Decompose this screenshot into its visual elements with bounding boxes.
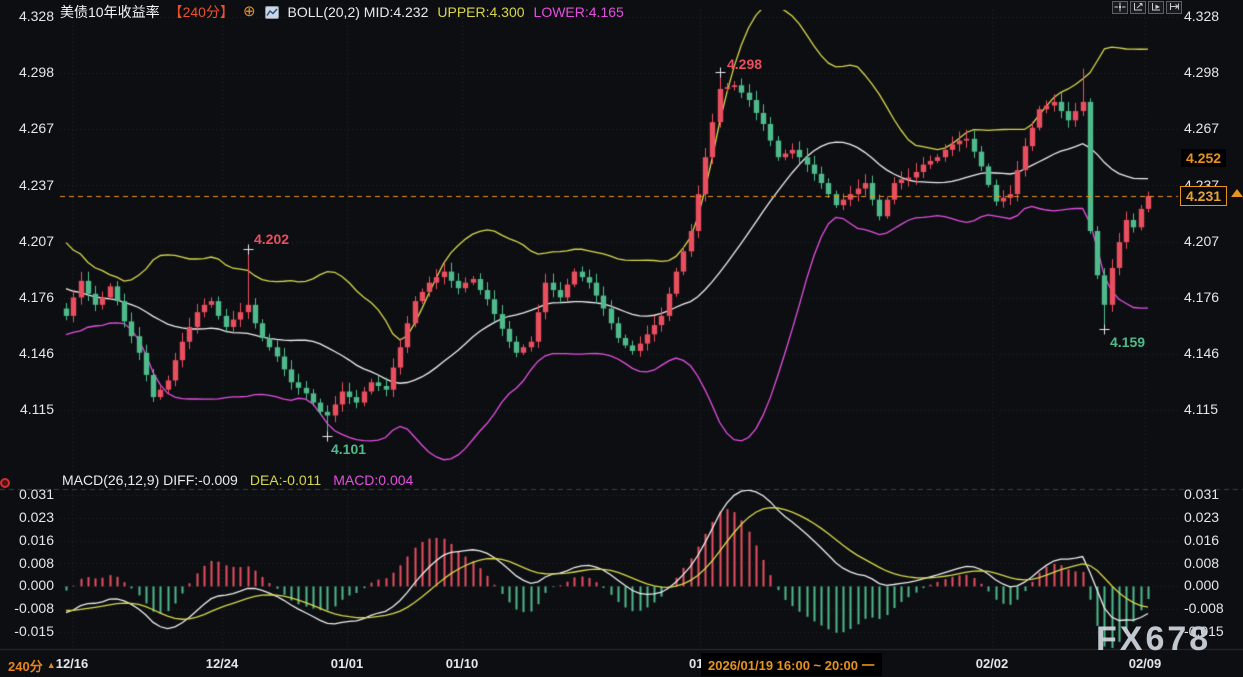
price-tick-label: 4.298 bbox=[6, 64, 54, 80]
low-annotation: 4.101 bbox=[331, 441, 366, 457]
price-tick-label: 4.176 bbox=[6, 289, 54, 305]
macd-panel-marker-icon[interactable] bbox=[0, 478, 10, 488]
macd-tick-label: 0.000 bbox=[1184, 577, 1219, 593]
crosshair-icon bbox=[1114, 0, 1126, 15]
interval-label: 240分 bbox=[8, 656, 43, 675]
price-tick-label: 4.298 bbox=[1184, 64, 1219, 80]
date-tick-label: 02/02 bbox=[976, 656, 1009, 671]
date-tick-label: 01/01 bbox=[331, 656, 364, 671]
macd-dea-label: DEA:-0.011 bbox=[250, 472, 321, 488]
price-panel-header: 美债10年收益率 【240分】 ⊕ BOLL(20,2) MID:4.232 U… bbox=[60, 2, 624, 22]
chart-toolbar bbox=[1112, 1, 1182, 14]
boll-lower-label: LOWER:4.165 bbox=[534, 4, 624, 20]
macd-tick-label: 0.016 bbox=[1184, 532, 1219, 548]
price-tick-label: 4.115 bbox=[6, 401, 54, 417]
price-tick-label: 4.146 bbox=[6, 345, 54, 361]
high-annotation: 4.202 bbox=[254, 231, 289, 247]
interval-tag: 【240分】 bbox=[169, 2, 234, 22]
last-price-label: 4.231 bbox=[1180, 186, 1227, 206]
price-tick-label: 4.207 bbox=[6, 233, 54, 249]
brand-watermark: FX678 bbox=[1096, 620, 1211, 659]
jump-latest-button[interactable] bbox=[1166, 1, 1182, 14]
price-tick-label: 4.328 bbox=[6, 8, 54, 24]
chart-canvas[interactable] bbox=[0, 0, 1243, 677]
high-annotation: 4.298 bbox=[727, 56, 762, 72]
instrument-title: 美债10年收益率 bbox=[60, 2, 160, 22]
macd-tick-label: 0.031 bbox=[1184, 486, 1219, 502]
macd-tick-label: 0.031 bbox=[6, 486, 54, 502]
price-tick-label: 4.267 bbox=[1184, 120, 1219, 136]
macd-panel-header: MACD(26,12,9) DIFF:-0.009 DEA:-0.011 MAC… bbox=[62, 472, 413, 488]
macd-tick-label: 0.023 bbox=[6, 509, 54, 525]
indicator-settings-icon[interactable]: ⊕ bbox=[243, 5, 256, 19]
price-tick-label: 4.146 bbox=[1184, 345, 1219, 361]
last-price-marker-icon bbox=[1231, 189, 1243, 197]
macd-tick-label: 0.008 bbox=[1184, 555, 1219, 571]
low-annotation: 4.159 bbox=[1110, 334, 1145, 350]
macd-diff-label: MACD(26,12,9) DIFF:-0.009 bbox=[62, 472, 238, 488]
boll-mid-label: BOLL(20,2) MID:4.232 bbox=[288, 4, 429, 20]
price-tick-label: 4.176 bbox=[1184, 289, 1219, 305]
price-tick-label: 4.237 bbox=[6, 177, 54, 193]
price-tick-label: 4.115 bbox=[1184, 401, 1218, 417]
interval-toggle[interactable]: 240分 ▲ bbox=[8, 656, 56, 675]
triangle-up-icon: ▲ bbox=[47, 659, 56, 672]
zoom-range-button[interactable] bbox=[1130, 1, 1146, 14]
crosshair-tool-button[interactable] bbox=[1112, 1, 1128, 14]
macd-tick-label: -0.008 bbox=[1184, 600, 1224, 616]
price-tick-label: 4.267 bbox=[6, 120, 54, 136]
chart-window: 美债10年收益率 【240分】 ⊕ BOLL(20,2) MID:4.232 U… bbox=[0, 0, 1243, 677]
date-tick-label: 01/10 bbox=[446, 656, 479, 671]
crosshair-time-tooltip: 2026/01/19 16:00 ~ 20:00 一 bbox=[701, 653, 882, 676]
macd-tick-label: -0.015 bbox=[6, 623, 54, 639]
boll-upper-label: UPPER:4.300 bbox=[437, 4, 524, 20]
date-tick-label: 12/16 bbox=[56, 656, 89, 671]
date-tick-label: 12/24 bbox=[206, 656, 239, 671]
price-tick-label: 4.207 bbox=[1184, 233, 1219, 249]
playback-button[interactable] bbox=[1148, 1, 1164, 14]
chart-style-icon[interactable] bbox=[265, 6, 279, 19]
macd-tick-label: 0.016 bbox=[6, 532, 54, 548]
macd-tick-label: -0.008 bbox=[6, 600, 54, 616]
highlighted-price-label: 4.252 bbox=[1181, 149, 1226, 167]
macd-tick-label: 0.023 bbox=[1184, 509, 1219, 525]
macd-hist-label: MACD:0.004 bbox=[333, 472, 413, 488]
axes-arrow-icon bbox=[1132, 0, 1144, 15]
price-tick-label: 4.328 bbox=[1184, 8, 1219, 24]
macd-tick-label: 0.000 bbox=[6, 577, 54, 593]
play-icon bbox=[1150, 0, 1162, 15]
arrow-out-icon bbox=[1168, 0, 1180, 15]
macd-tick-label: 0.008 bbox=[6, 555, 54, 571]
